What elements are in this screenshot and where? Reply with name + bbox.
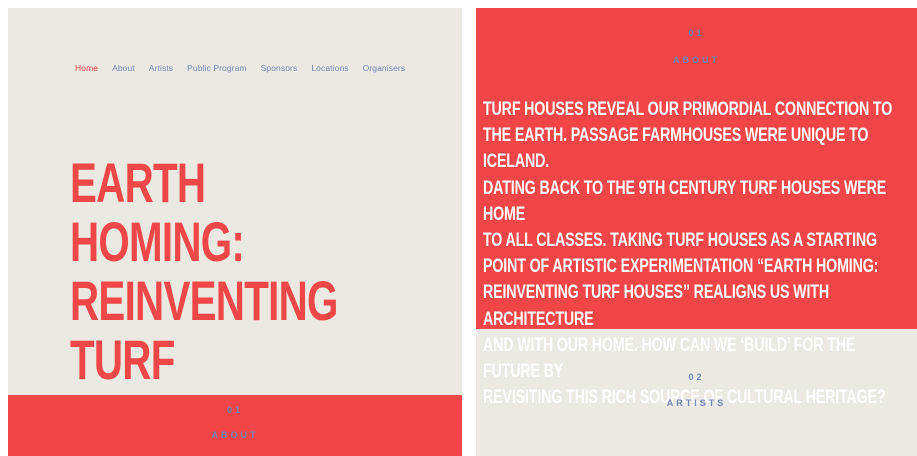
nav-item-organisers[interactable]: Organisers <box>363 63 406 73</box>
nav-item-home[interactable]: Home <box>75 63 98 73</box>
nav-item-about[interactable]: About <box>112 63 135 73</box>
main-nav: Home About Artists Public Program Sponso… <box>75 63 405 73</box>
nav-item-locations[interactable]: Locations <box>311 63 348 73</box>
about-section-preview: 01 ABOUT <box>8 395 462 456</box>
about-text: TURF HOUSES REVEAL OUR PRIMORDIAL CONNEC… <box>483 98 893 409</box>
section-number: 01 <box>688 28 705 38</box>
section-label: ABOUT <box>673 55 720 65</box>
section-number: 02 <box>688 372 705 382</box>
nav-item-sponsors[interactable]: Sponsors <box>261 63 298 73</box>
about-section: 01 ABOUT TURF HOUSES REVEAL OUR PRIMORDI… <box>476 8 917 408</box>
landing-panel: Home About Artists Public Program Sponso… <box>8 8 462 456</box>
artists-section-label[interactable]: ARTISTS <box>476 398 917 408</box>
about-panel: 01 ABOUT TURF HOUSES REVEAL OUR PRIMORDI… <box>476 8 917 456</box>
screenshot-root: Home About Artists Public Program Sponso… <box>0 0 917 456</box>
nav-item-public-program[interactable]: Public Program <box>187 63 247 73</box>
section-number: 01 <box>226 405 243 415</box>
nav-item-artists[interactable]: Artists <box>149 63 173 73</box>
section-label: ABOUT <box>211 430 259 440</box>
